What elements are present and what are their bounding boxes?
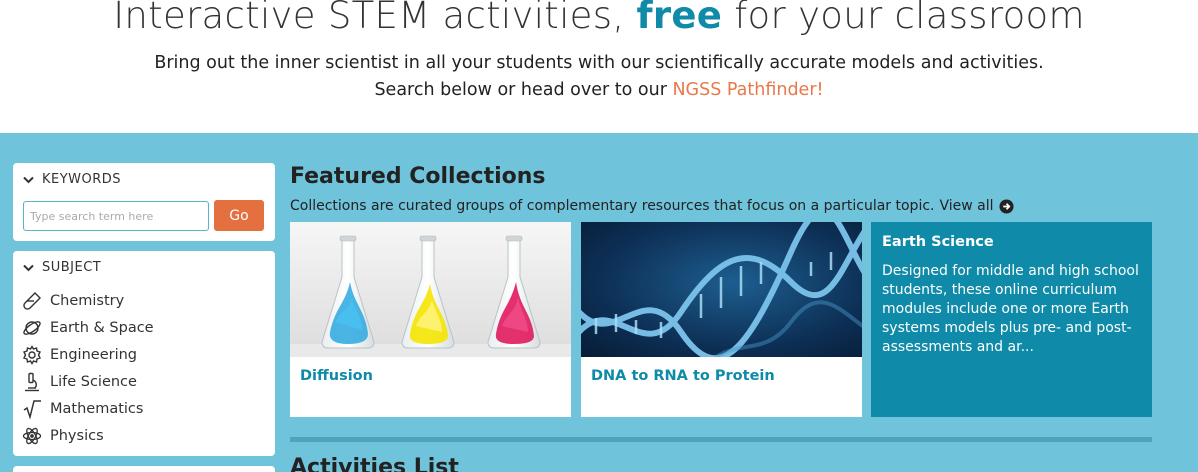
collection-card-dna[interactable]: DNA to RNA to Protein [581, 222, 862, 417]
atom-icon [22, 426, 42, 446]
subject-item-engineering[interactable]: Engineering [22, 341, 154, 368]
test-tube-icon [22, 291, 42, 311]
square-root-icon [22, 399, 42, 419]
collection-card-diffusion[interactable]: Diffusion [290, 222, 571, 417]
subject-panel: SUBJECT Chemistry Earth & Space Engineer… [13, 251, 275, 456]
hero-title-highlight: free [636, 0, 723, 37]
subject-item-physics[interactable]: Physics [22, 422, 154, 449]
hero-title: Interactive STEM activities, free for yo… [0, 0, 1198, 37]
card-description: Designed for middle and high school stud… [882, 263, 1139, 355]
section-divider [290, 437, 1152, 442]
activities-title: Activities List [290, 455, 459, 472]
card-label: Diffusion [300, 368, 373, 384]
keywords-panel: KEYWORDS Go [13, 163, 275, 241]
collection-card-earth-science[interactable]: Earth Science Designed for middle and hi… [871, 222, 1152, 417]
microscope-icon [22, 372, 42, 392]
subject-item-mathematics[interactable]: Mathematics [22, 395, 154, 422]
hero: Interactive STEM activities, free for yo… [0, 0, 1198, 133]
keywords-heading: KEYWORDS [42, 172, 122, 187]
hero-subtitle: Bring out the inner scientist in all you… [154, 53, 1044, 73]
gear-icon [22, 344, 42, 365]
subject-item-earth-space[interactable]: Earth & Space [22, 314, 154, 341]
chevron-down-icon [23, 176, 34, 183]
go-button[interactable]: Go [214, 200, 264, 231]
subject-heading: SUBJECT [42, 260, 102, 275]
hero-subtitle-2: Search below or head over to our NGSS Pa… [374, 80, 824, 100]
subject-item-chemistry[interactable]: Chemistry [22, 287, 154, 314]
next-filter-panel [13, 466, 275, 472]
featured-description: Collections are curated groups of comple… [290, 198, 1014, 214]
subject-list: Chemistry Earth & Space Engineering Life… [22, 287, 154, 449]
subject-item-life-science[interactable]: Life Science [22, 368, 154, 395]
view-all-link[interactable]: View all [939, 198, 1014, 214]
subject-toggle[interactable]: SUBJECT [23, 260, 101, 275]
ngss-pathfinder-link[interactable]: NGSS Pathfinder! [672, 80, 823, 100]
keywords-toggle[interactable]: KEYWORDS [23, 172, 121, 187]
card-title: Earth Science [882, 234, 994, 250]
featured-title: Featured Collections [290, 164, 546, 189]
dna-helix-image [581, 222, 862, 357]
planet-icon [22, 318, 42, 338]
diffusion-flasks-image [290, 222, 571, 357]
card-label: DNA to RNA to Protein [591, 368, 775, 384]
chevron-down-icon [23, 264, 34, 271]
search-input[interactable] [23, 201, 209, 231]
arrow-circle-right-icon [998, 198, 1014, 214]
